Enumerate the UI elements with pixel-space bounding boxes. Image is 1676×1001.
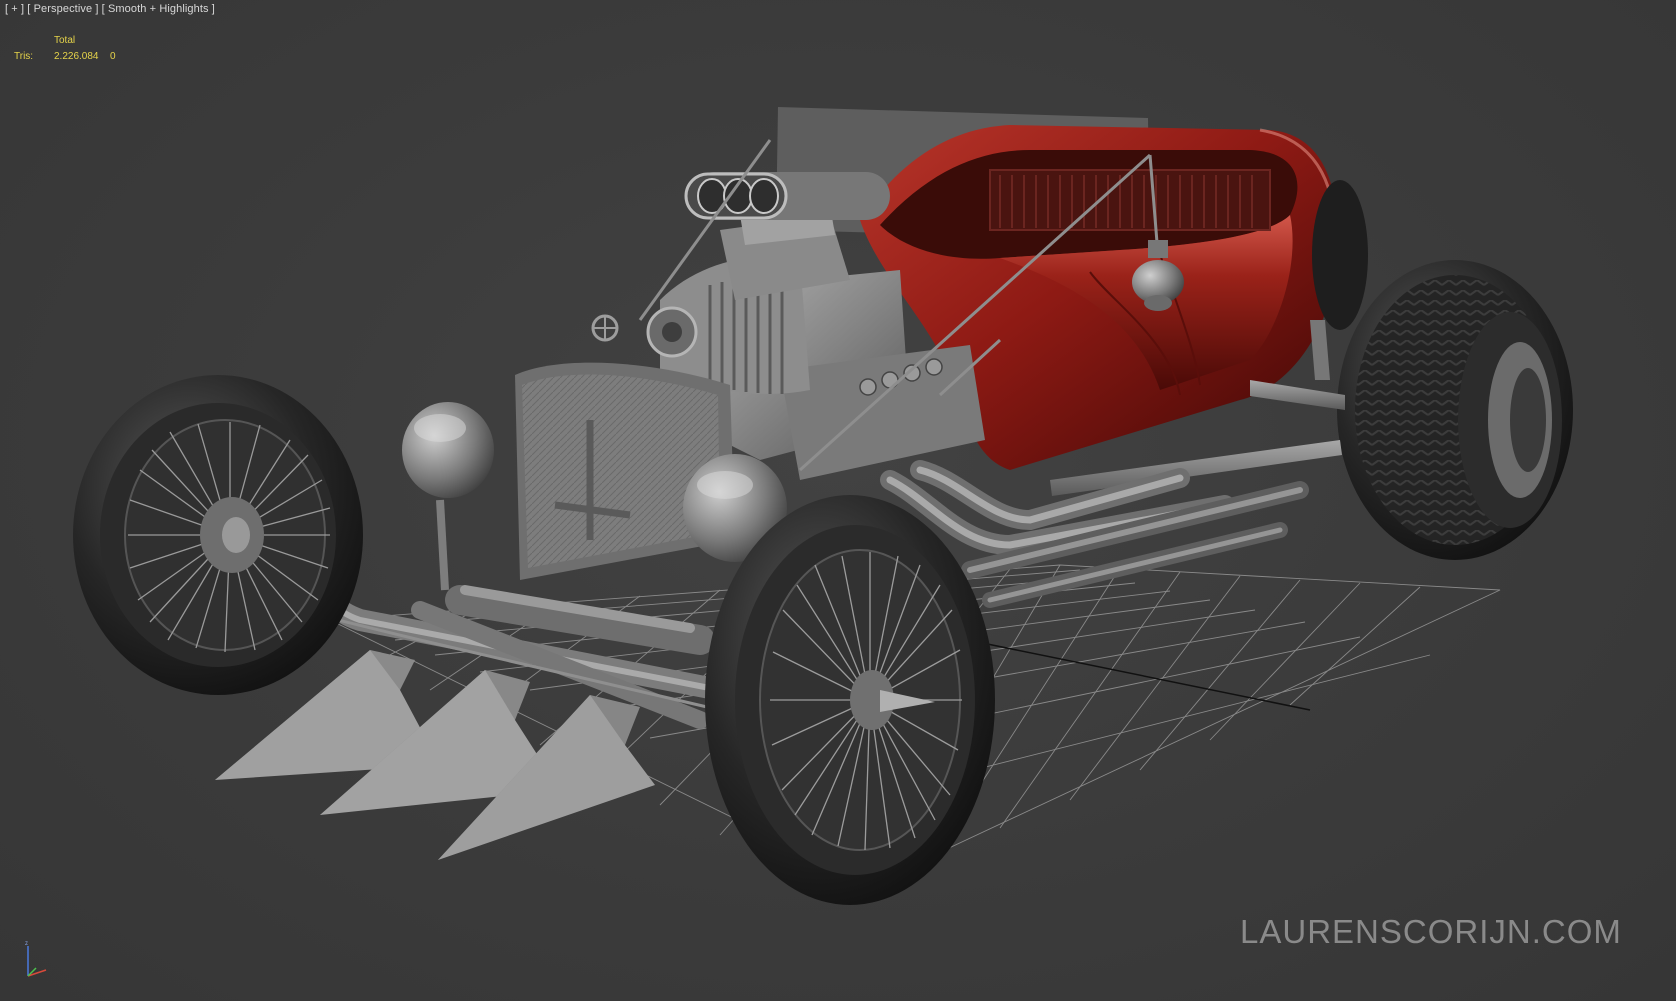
seat-upholstery [989, 169, 1271, 231]
front-right-wheel [705, 495, 995, 905]
perspective-viewport[interactable]: [ + ] [ Perspective ] [ Smooth + Highlig… [0, 0, 1676, 1001]
rear-wheel [1312, 180, 1573, 560]
website-watermark: LAURENSCORIJN.COM [1240, 913, 1622, 950]
left-headlamp [402, 402, 494, 591]
svg-text:z: z [25, 941, 28, 947]
front-left-wheel [73, 375, 363, 695]
xyz-axis-tripod-icon: z [25, 941, 47, 977]
hotrod-3d-model[interactable] [0, 0, 1676, 1001]
